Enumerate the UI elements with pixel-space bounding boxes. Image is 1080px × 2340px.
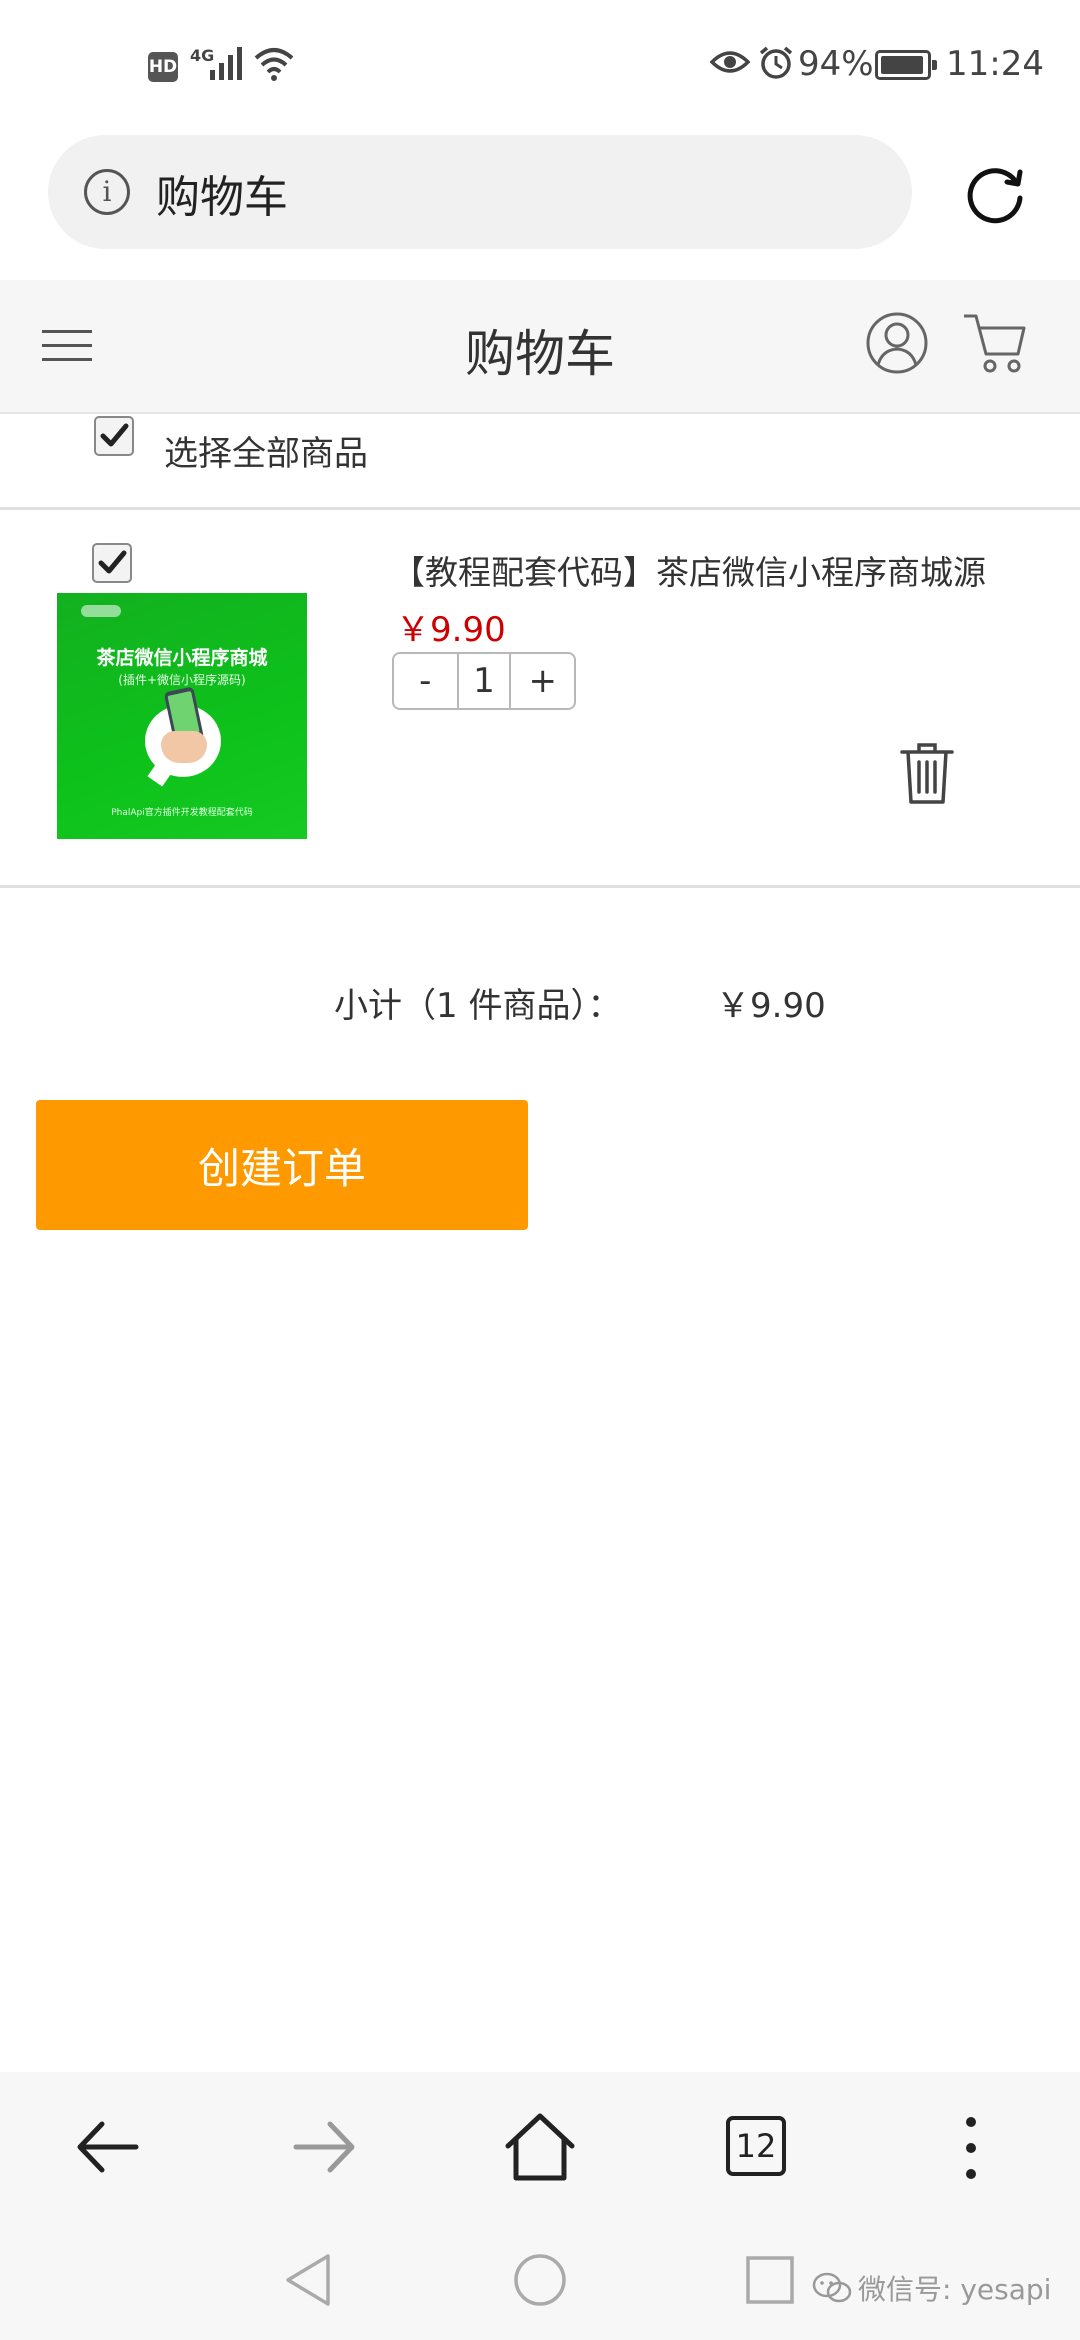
alarm-icon: [759, 46, 793, 79]
reload-icon[interactable]: [960, 158, 1030, 228]
checkmark-icon: [100, 423, 129, 447]
product-image-subtitle: (插件+微信小程序源码): [118, 673, 246, 687]
site-header: 购物车: [0, 280, 1080, 414]
product-image[interactable]: 茶店微信小程序商城 (插件+微信小程序源码) PhalApi官方插件开发教程配套…: [57, 593, 307, 839]
quantity-input[interactable]: 1: [456, 654, 512, 708]
forward-arrow-icon[interactable]: [290, 2112, 360, 2182]
browser-address-bar: i 购物车: [0, 130, 1080, 280]
select-all-checkbox[interactable]: [94, 416, 134, 456]
subtotal-label: 小计（1 件商品）：: [334, 986, 622, 1026]
info-icon[interactable]: i: [84, 169, 130, 215]
create-order-button[interactable]: 创建订单: [36, 1100, 528, 1230]
signal-icon: [210, 47, 242, 80]
product-image-footer: PhalApi官方插件开发教程配套代码: [111, 808, 253, 818]
nav-recents-icon[interactable]: [744, 2252, 796, 2308]
home-icon[interactable]: [504, 2112, 576, 2184]
battery-percent: 94%: [798, 44, 874, 84]
nav-back-icon[interactable]: [282, 2252, 334, 2308]
increment-button[interactable]: +: [511, 654, 574, 708]
more-options-icon[interactable]: [956, 2112, 986, 2184]
wechat-icon: [812, 2272, 852, 2303]
shopping-cart-icon[interactable]: [962, 310, 1028, 376]
browser-toolbar: 12: [0, 2072, 1080, 2222]
hd-badge: HD: [148, 52, 178, 82]
user-account-icon[interactable]: [866, 310, 928, 376]
decrement-button[interactable]: -: [394, 654, 457, 708]
back-arrow-icon[interactable]: [72, 2112, 142, 2182]
product-image-logo: [81, 605, 121, 617]
url-text: 购物车: [156, 172, 288, 223]
select-all-label: 选择全部商品: [164, 434, 368, 474]
watermark: 微信号: yesapi: [812, 2268, 1051, 2308]
url-field[interactable]: i 购物车: [48, 135, 912, 249]
nav-home-icon[interactable]: [512, 2252, 568, 2308]
product-image-title: 茶店微信小程序商城: [96, 647, 268, 669]
select-all-row: 选择全部商品: [0, 414, 1080, 510]
product-price: ￥9.90: [396, 610, 506, 650]
quantity-stepper: - 1 +: [392, 652, 576, 710]
cart-item: 茶店微信小程序商城 (插件+微信小程序源码) PhalApi官方插件开发教程配套…: [0, 512, 1080, 888]
trash-icon[interactable]: [898, 740, 956, 806]
checkmark-icon: [98, 550, 127, 574]
status-bar: HD 4G 94% 11:24: [0, 0, 1080, 130]
clock: 11:24: [946, 44, 1044, 84]
watermark-text: 微信号: yesapi: [858, 2273, 1052, 2306]
tabs-count-button[interactable]: 12: [726, 2116, 786, 2176]
hand-graphic: [161, 731, 207, 763]
eye-comfort-icon: [710, 51, 750, 73]
subtotal-value: ￥9.90: [716, 986, 826, 1026]
wifi-icon: [254, 48, 294, 81]
item-checkbox[interactable]: [92, 543, 132, 583]
product-title-link[interactable]: 【教程配套代码】茶店微信小程序商城源: [392, 546, 986, 594]
battery-icon: [875, 50, 937, 80]
system-nav-bar: 微信号: yesapi: [0, 2222, 1080, 2340]
